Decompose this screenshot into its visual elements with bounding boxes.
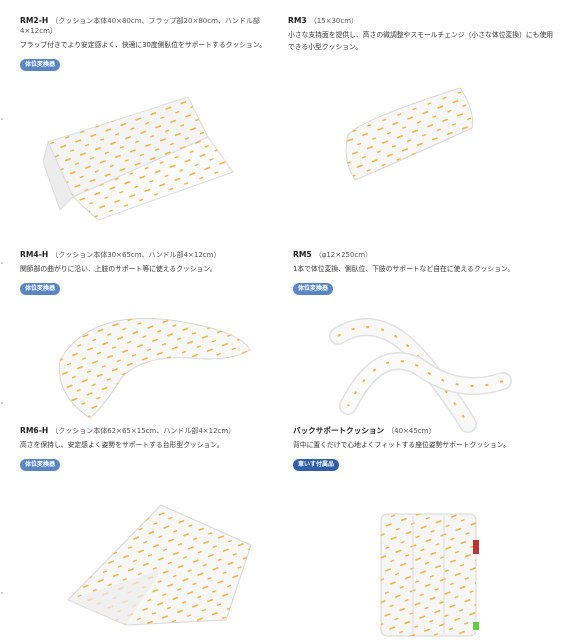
product-rm5: RM5 （φ12×250cm） 1本で体位変換、側臥位、下肢のサポートなど自在に使… xyxy=(293,250,558,295)
category-badge[interactable]: 車いす付属品 xyxy=(293,459,340,471)
category-badge[interactable]: 体位変換器 xyxy=(20,283,61,295)
product-rm4-h: RM4-H （クッション本体30×65cm、ハンドル部4×12cm） 関節部の曲が… xyxy=(20,250,280,295)
product-title: RM6-H （クッション本体62×65×15cm、ハンドル部4×12cm） xyxy=(20,426,280,436)
product-image-rm6-h xyxy=(66,500,256,630)
category-badge[interactable]: 体位変換器 xyxy=(293,283,334,295)
product-description: フラップ付きでより安定感よく、快適に30度側臥位をサポートするクッション。 xyxy=(20,41,266,49)
page-edge-dot xyxy=(1,262,3,264)
product-description: 背中に置くだけで心地よくフィットする座位姿勢サポートクッション。 xyxy=(293,441,510,449)
page-edge-dot xyxy=(1,118,3,120)
product-title: RM4-H （クッション本体30×65cm、ハンドル部4×12cm） xyxy=(20,250,280,260)
product-model: RM4-H xyxy=(20,250,49,259)
category-badge[interactable]: 体位変換器 xyxy=(20,459,61,471)
product-image-rm2-h xyxy=(38,92,238,222)
product-title: RM2-H （クッション本体40×80cm、フラップ部20×80cm、ハンドル部4… xyxy=(20,16,275,36)
product-image-rm3 xyxy=(340,80,480,190)
product-title: バックサポートクッション （40×45cm） xyxy=(293,426,558,436)
product-rm3: RM3 （15×30cm） 小さな支持面を提供し、高さの微調整やスモールチェンジ（… xyxy=(288,16,558,53)
product-description: 小さな支持面を提供し、高さの微調整やスモールチェンジ（小さな体位変換）にも使用で… xyxy=(288,31,554,51)
page-edge-dot xyxy=(1,402,3,404)
product-image-rm4-h xyxy=(50,300,260,425)
product-dims: （クッション本体30×65cm、ハンドル部4×12cm） xyxy=(51,251,221,259)
product-title: RM3 （15×30cm） xyxy=(288,16,558,26)
category-badge[interactable]: 体位変換器 xyxy=(20,59,61,71)
product-dims: （クッション本体62×65×15cm、ハンドル部4×12cm） xyxy=(51,427,236,435)
product-model: バックサポートクッション xyxy=(293,426,385,435)
product-image-back-support xyxy=(378,510,483,640)
page-edge-dot xyxy=(1,592,3,594)
product-dims: （40×45cm） xyxy=(387,427,436,435)
product-description: 1本で体位変換、側臥位、下肢のサポートなど自在に使えるクッション。 xyxy=(293,265,515,273)
product-image-rm5 xyxy=(318,306,518,433)
product-dims: （φ12×250cm） xyxy=(314,251,373,259)
product-title: RM5 （φ12×250cm） xyxy=(293,250,558,260)
product-dims: （15×30cm） xyxy=(309,17,359,25)
product-model: RM3 xyxy=(288,16,307,25)
product-description: 高さを保持し、安定感よく姿勢をサポートする台形型クッション。 xyxy=(20,441,224,449)
product-description: 関節部の曲がりに沿い、上肢のサポート等に使えるクッション。 xyxy=(20,265,217,273)
product-rm2-h: RM2-H （クッション本体40×80cm、フラップ部20×80cm、ハンドル部4… xyxy=(20,16,275,71)
product-model: RM6-H xyxy=(20,426,49,435)
product-dims: （クッション本体40×80cm、フラップ部20×80cm、ハンドル部4×12cm… xyxy=(20,17,260,35)
product-back-support: バックサポートクッション （40×45cm） 背中に置くだけで心地よくフィットする… xyxy=(293,426,558,471)
product-model: RM2-H xyxy=(20,16,49,25)
product-rm6-h: RM6-H （クッション本体62×65×15cm、ハンドル部4×12cm） 高さを… xyxy=(20,426,280,471)
product-model: RM5 xyxy=(293,250,312,259)
